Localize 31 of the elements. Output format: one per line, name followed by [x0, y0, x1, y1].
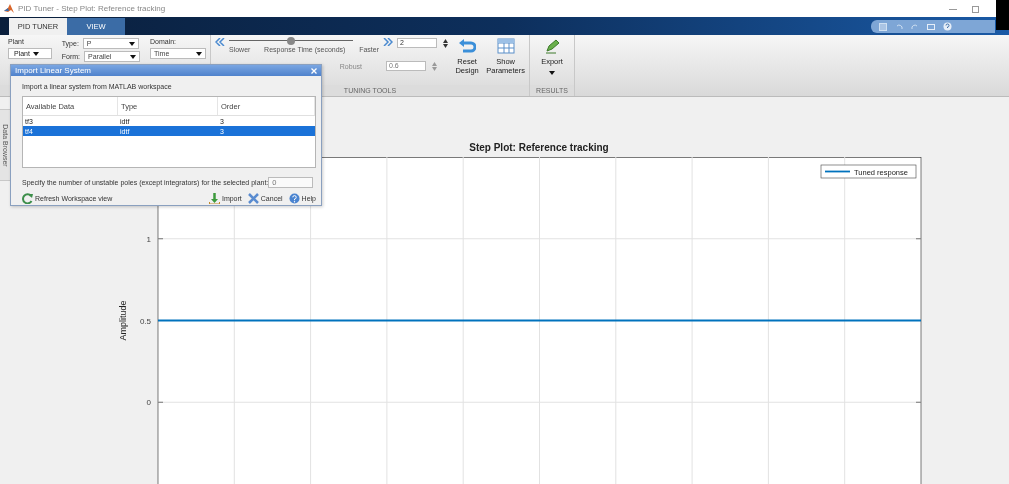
dialog-title: Import Linear System	[15, 66, 92, 75]
tick-label: 1	[146, 234, 151, 244]
plot-title: Step Plot: Reference tracking	[469, 142, 609, 153]
axis-label: Amplitude	[118, 300, 128, 341]
caret-icon	[196, 51, 202, 56]
restore-icon	[971, 4, 979, 13]
redo-icon	[911, 22, 919, 31]
cancel-icon	[247, 193, 259, 204]
caret-icon	[130, 54, 136, 59]
pen-icon	[544, 38, 560, 54]
slower-chevron-icon	[215, 38, 225, 46]
caret-icon	[549, 70, 555, 75]
cover-block	[996, 0, 1009, 30]
spinner-icon	[443, 38, 448, 48]
caret-icon	[128, 41, 135, 46]
tick-label: 0	[146, 398, 151, 408]
help-icon	[943, 22, 952, 31]
matlab-logo-icon	[4, 3, 14, 14]
response-time-slider[interactable]	[229, 38, 353, 44]
spinner-icon	[432, 61, 437, 71]
download-arrow-icon	[208, 193, 220, 204]
refresh-icon	[22, 193, 33, 204]
caret-icon	[32, 51, 39, 56]
tick-label: 0.5	[139, 316, 151, 326]
window-title: PID Tuner - Step Plot: Reference tracking	[18, 4, 166, 13]
table-icon	[496, 38, 515, 54]
undo-icon	[895, 22, 903, 31]
close-icon[interactable]	[311, 67, 317, 74]
undo-arrow-icon	[458, 38, 477, 54]
help-icon	[288, 193, 300, 204]
faster-chevron-icon	[383, 38, 393, 46]
